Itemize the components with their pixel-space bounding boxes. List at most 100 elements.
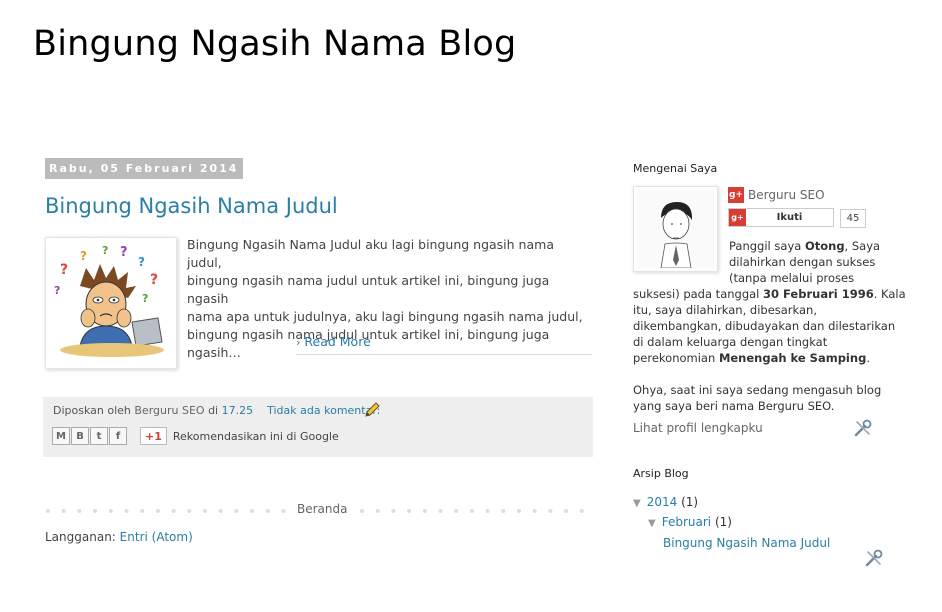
divider-dot	[391, 509, 396, 513]
bio-line: (tanpa melalui proses	[729, 271, 855, 285]
read-more-divider	[296, 354, 592, 355]
snippet-line: bingung ngasih nama judul untuk artikel …	[187, 273, 550, 306]
twitter-icon[interactable]: t	[90, 427, 108, 445]
bio-line: dilahirkan dengan sukses	[729, 255, 876, 269]
bio-line: yang saya beri nama Berguru SEO.	[633, 399, 835, 413]
widget-edit-tools-icon[interactable]	[864, 548, 884, 568]
svg-text:?: ?	[120, 245, 128, 260]
divider-dot	[375, 509, 380, 513]
archive-post-link[interactable]: Bingung Ngasih Nama Judul	[663, 536, 830, 550]
plus-one-label: +1	[145, 429, 162, 443]
divider-dot	[108, 509, 113, 513]
bio-line: suksesi) pada tanggal 30 Februari 1996. …	[633, 287, 906, 301]
svg-text:?: ?	[150, 272, 158, 288]
divider-dot	[187, 509, 192, 513]
profile-photo	[637, 190, 714, 268]
divider-dot	[469, 509, 474, 513]
email-icon[interactable]: M	[52, 427, 70, 445]
snippet-line: bingung ngasih nama judul untuk artikel …	[187, 327, 550, 360]
follow-label: Ikuti	[776, 212, 803, 223]
divider-dot	[501, 509, 506, 513]
snippet-line: Bingung Ngasih Nama Judul aku lagi bingu…	[187, 237, 554, 270]
follow-button[interactable]: g+ Ikuti	[728, 208, 834, 227]
post-title[interactable]: Bingung Ngasih Nama Judul	[45, 194, 338, 218]
bio-line: Panggil saya Otong, Saya	[729, 239, 881, 253]
google-plus-one-button[interactable]: +1	[140, 427, 167, 445]
svg-text:?: ?	[60, 262, 68, 278]
share-buttons: M B t f +1 Rekomendasikan ini di Google	[52, 427, 339, 445]
svg-text:?: ?	[142, 292, 148, 305]
bio-line: Ohya, saat ini saya sedang mengasuh blog	[633, 383, 882, 397]
divider-dot	[407, 509, 412, 513]
author-link[interactable]: Berguru SEO	[134, 404, 204, 417]
about-bio-bottom: suksesi) pada tanggal 30 Februari 1996. …	[633, 286, 906, 366]
post-footer: Diposkan oleh Berguru SEO di 17.25 Tidak…	[43, 397, 593, 457]
follower-count: 45	[840, 209, 866, 228]
post-snippet: Bingung Ngasih Nama Judul aku lagi bingu…	[187, 236, 589, 362]
archive-widget-title: Arsip Blog	[633, 467, 689, 480]
bio-line: itu, saya dilahirkan, dibesarkan,	[633, 303, 817, 317]
snippet-line: nama apa untuk judulnya, aku lagi bingun…	[187, 309, 583, 324]
bio-line: di dalam keluarga dengan tingkat	[633, 335, 828, 349]
atom-feed-link[interactable]: Entri (Atom)	[120, 530, 193, 544]
divider-dot	[548, 509, 553, 513]
toggle-expanded-icon[interactable]: ▼	[648, 518, 656, 529]
archive-year-item: ▼ 2014 (1)	[633, 495, 698, 509]
about-bio-top: Panggil saya Otong, Saya dilahirkan deng…	[729, 238, 880, 286]
divider-dot	[46, 509, 50, 513]
divider-dot	[171, 509, 176, 513]
archive-month-item: ▼ Februari (1)	[648, 515, 732, 529]
divider-dot	[203, 509, 207, 513]
widget-edit-tools-icon[interactable]	[853, 418, 873, 438]
divider-dot	[281, 509, 286, 513]
divider-dot	[265, 509, 270, 513]
recommend-text: Rekomendasikan ini di Google	[172, 429, 339, 443]
post-thumbnail[interactable]: ? ? ? ? ? ? ? ?	[45, 237, 177, 369]
view-full-profile-link[interactable]: Lihat profil lengkapku	[633, 421, 763, 435]
svg-text:?: ?	[80, 249, 87, 263]
divider-dot	[532, 509, 537, 513]
bio-line: perekonomian Menengah ke Samping.	[633, 351, 870, 365]
posted-by-label: Diposkan oleh	[53, 404, 131, 417]
divider-dot	[485, 509, 490, 513]
divider-dot	[564, 509, 569, 513]
about-widget-title: Mengenai Saya	[633, 162, 718, 175]
confused-person-illustration: ? ? ? ? ? ? ? ?	[50, 242, 172, 364]
edit-pencil-icon[interactable]	[363, 401, 381, 419]
divider-dot	[77, 509, 82, 513]
post-date-header: Rabu, 05 Februari 2014	[45, 158, 244, 179]
subscribe-label: Langganan:	[45, 530, 116, 544]
divider-dot	[579, 509, 584, 513]
svg-text:?: ?	[54, 284, 60, 297]
divider-dot	[250, 509, 255, 513]
home-link[interactable]: Beranda	[293, 502, 352, 516]
divider-dot	[155, 509, 160, 513]
google-plus-icon: g+	[728, 187, 744, 203]
toggle-expanded-icon[interactable]: ▼	[633, 498, 641, 509]
archive-month-count: (1)	[714, 515, 732, 529]
divider-dot	[422, 509, 427, 513]
post-time-link[interactable]: 17.25	[222, 404, 254, 417]
archive-year-link[interactable]: 2014	[647, 495, 678, 509]
profile-name-link[interactable]: Berguru SEO	[748, 188, 825, 202]
blogger-icon[interactable]: B	[71, 427, 89, 445]
facebook-icon[interactable]: f	[109, 427, 127, 445]
chevron-right-icon: ›	[296, 336, 301, 349]
divider-dot	[438, 509, 443, 513]
divider-dot	[234, 509, 239, 513]
blog-title[interactable]: Bingung Ngasih Nama Blog	[33, 24, 516, 64]
about-bio-paragraph-2: Ohya, saat ini saya sedang mengasuh blog…	[633, 382, 881, 414]
read-more-link[interactable]: › Read More	[296, 334, 371, 349]
divider-dot	[218, 509, 223, 513]
divider-dot	[93, 509, 98, 513]
read-more-label: Read More	[304, 334, 371, 349]
bio-line: dikembangkan, dibudayakan dan dilestarik…	[633, 319, 896, 333]
archive-month-link[interactable]: Februari	[662, 515, 711, 529]
google-plus-icon: g+	[729, 209, 746, 226]
divider-dot	[360, 509, 364, 513]
divider-dot	[517, 509, 521, 513]
svg-text:?: ?	[138, 255, 145, 269]
profile-avatar[interactable]	[633, 186, 718, 272]
divider-dot	[454, 509, 459, 513]
at-label: di	[208, 404, 219, 417]
